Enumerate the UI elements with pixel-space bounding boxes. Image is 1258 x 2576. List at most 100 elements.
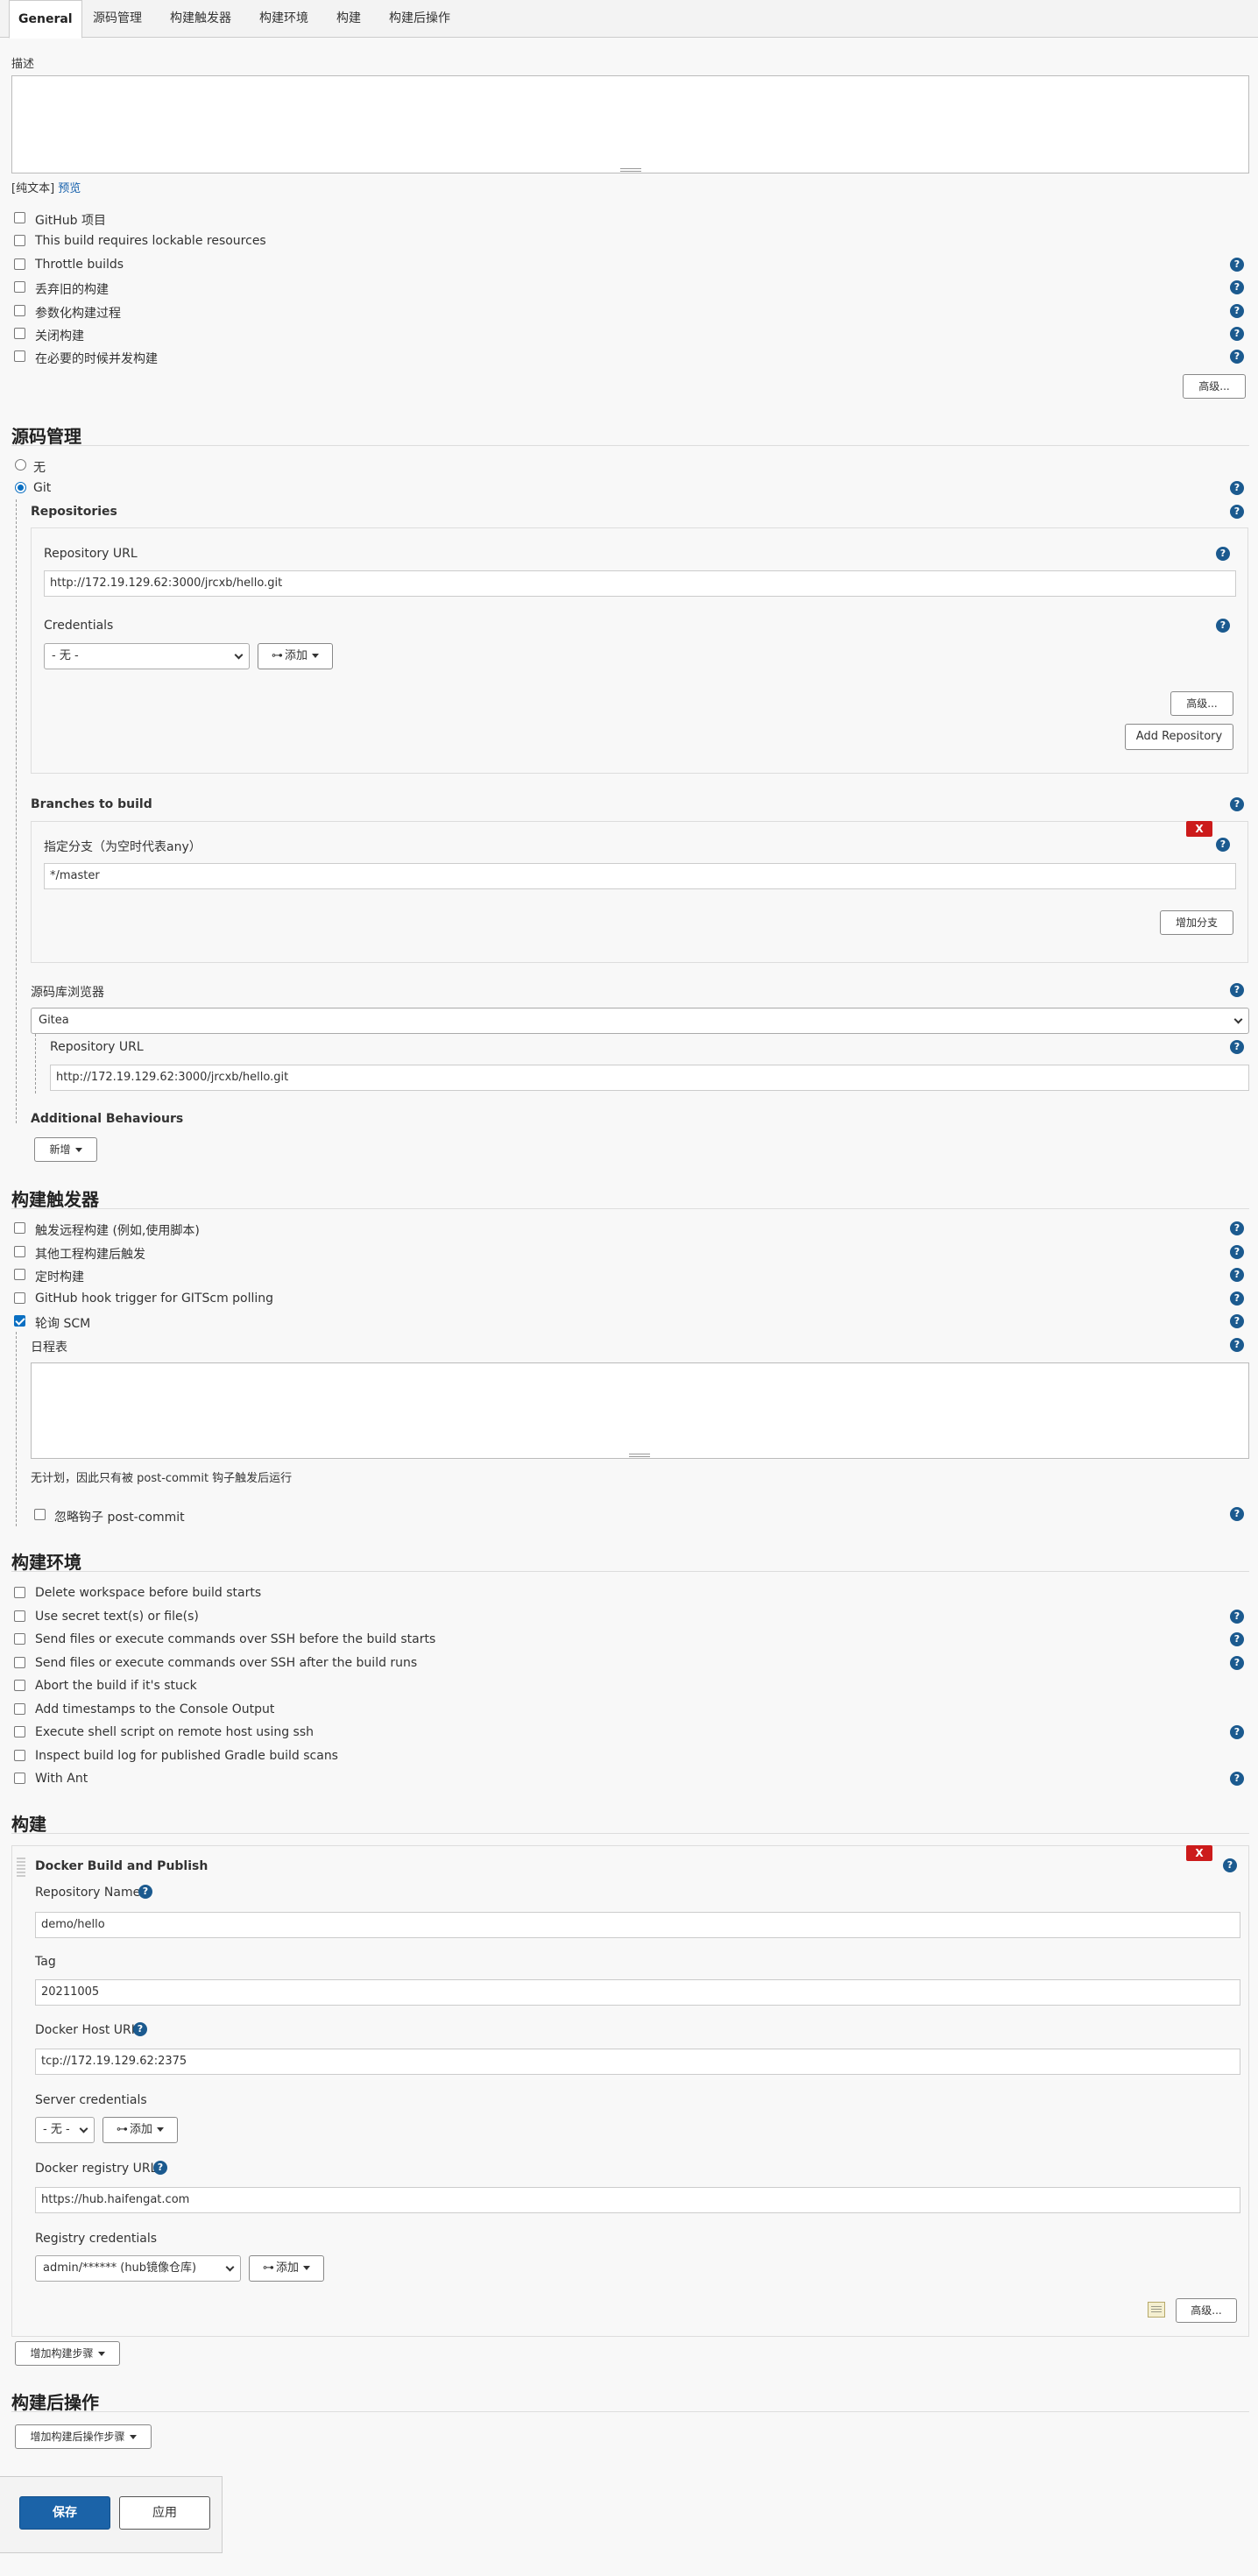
help-icon[interactable]: ?	[1230, 1632, 1244, 1646]
env-checkbox-abort-stuck[interactable]	[14, 1680, 25, 1691]
repo-name-input[interactable]: demo/hello	[35, 1912, 1240, 1938]
env-checkbox-delete-workspace[interactable]	[14, 1587, 25, 1598]
key-icon: ⊶	[262, 2261, 274, 2275]
help-icon[interactable]: ?	[133, 2022, 147, 2036]
delete-step-button[interactable]: X	[1186, 1845, 1212, 1861]
ignore-post-commit-checkbox[interactable]	[34, 1509, 46, 1520]
apply-button[interactable]: 应用	[119, 2496, 210, 2530]
help-icon[interactable]: ?	[1230, 1656, 1244, 1670]
help-icon[interactable]: ?	[1230, 1292, 1244, 1306]
env-checkbox-timestamps[interactable]	[14, 1703, 25, 1715]
general-advanced-button[interactable]: 高级...	[1183, 374, 1246, 399]
add-behaviour-button[interactable]: 新增	[34, 1137, 97, 1162]
env-checkbox-ssh-before[interactable]	[14, 1633, 25, 1645]
help-icon[interactable]: ?	[1230, 280, 1244, 294]
help-icon[interactable]: ?	[1230, 1507, 1244, 1521]
drag-handle-icon[interactable]	[17, 1858, 25, 1877]
help-icon[interactable]: ?	[1216, 619, 1230, 633]
browser-options-guide	[35, 1034, 36, 1093]
env-checkbox-remote-shell[interactable]	[14, 1726, 25, 1737]
option-checkbox-concurrent-builds[interactable]	[14, 350, 25, 362]
help-icon[interactable]: ?	[1216, 547, 1230, 561]
server-credentials-add-button[interactable]: ⊶ 添加	[102, 2117, 178, 2143]
option-checkbox-github-project[interactable]	[14, 212, 25, 223]
credentials-select[interactable]: - 无 -	[44, 643, 250, 669]
help-icon[interactable]: ?	[1216, 838, 1230, 852]
tab-post-build[interactable]: 构建后操作	[389, 9, 450, 26]
trigger-checkbox-github-hook[interactable]	[14, 1292, 25, 1304]
help-icon[interactable]: ?	[1230, 1221, 1244, 1235]
help-icon[interactable]: ?	[1230, 1338, 1244, 1352]
help-icon[interactable]: ?	[1230, 1040, 1244, 1054]
repo-url-input[interactable]: http://172.19.129.62:3000/jrcxb/hello.gi…	[44, 570, 1236, 597]
help-icon[interactable]: ?	[1230, 983, 1244, 997]
help-icon[interactable]: ?	[1230, 797, 1244, 811]
textarea-resize-grip[interactable]	[629, 1454, 650, 1457]
help-icon[interactable]: ?	[1230, 327, 1244, 341]
registry-credentials-add-button[interactable]: ⊶ 添加	[249, 2255, 324, 2282]
tag-input[interactable]: 20211005	[35, 1979, 1240, 2006]
registry-credentials-select[interactable]: admin/****** (hub镜像仓库)	[35, 2255, 241, 2282]
server-credentials-select[interactable]: - 无 -	[35, 2117, 95, 2143]
delete-branch-button[interactable]: X	[1186, 821, 1212, 837]
credentials-add-button[interactable]: ⊶ 添加	[258, 643, 333, 669]
browser-repo-url-input[interactable]: http://172.19.129.62:3000/jrcxb/hello.gi…	[50, 1065, 1249, 1091]
env-checkbox-gradle-scans[interactable]	[14, 1750, 25, 1761]
registry-url-input[interactable]: https://hub.haifengat.com	[35, 2187, 1240, 2213]
help-icon[interactable]: ?	[1230, 1245, 1244, 1259]
help-icon[interactable]: ?	[1230, 1268, 1244, 1282]
schedule-textarea[interactable]	[31, 1362, 1249, 1459]
option-checkbox-lockable-resources[interactable]	[14, 235, 25, 246]
env-checkbox-with-ant[interactable]	[14, 1773, 25, 1784]
help-icon[interactable]: ?	[1230, 350, 1244, 364]
tab-build[interactable]: 构建	[336, 9, 361, 26]
preview-link[interactable]: 预览	[58, 182, 81, 195]
tag-label: Tag	[35, 1955, 56, 1969]
repo-advanced-button[interactable]: 高级...	[1170, 691, 1233, 716]
branch-spec-input[interactable]: */master	[44, 863, 1236, 889]
help-icon[interactable]: ?	[1230, 1610, 1244, 1624]
build-advanced-button[interactable]: 高级...	[1176, 2298, 1237, 2323]
option-checkbox-discard-old-builds[interactable]	[14, 281, 25, 293]
scm-radio-git[interactable]	[15, 482, 26, 493]
notepad-icon[interactable]	[1148, 2302, 1165, 2318]
help-icon[interactable]: ?	[153, 2161, 167, 2175]
docker-host-label: Docker Host URI	[35, 2023, 135, 2037]
trigger-checkbox-upstream[interactable]	[14, 1246, 25, 1257]
tab-triggers[interactable]: 构建触发器	[170, 9, 231, 26]
tab-general[interactable]: General	[9, 0, 82, 39]
option-checkbox-parameterized[interactable]	[14, 305, 25, 316]
save-button[interactable]: 保存	[19, 2496, 110, 2530]
trigger-checkbox-timer[interactable]	[14, 1269, 25, 1280]
trigger-checkbox-remote[interactable]	[14, 1222, 25, 1234]
description-textarea[interactable]	[11, 75, 1249, 173]
credentials-add-label: 添加	[284, 649, 307, 662]
trigger-label-upstream: 其他工程构建后触发	[35, 1248, 145, 1262]
textarea-resize-grip[interactable]	[620, 168, 641, 172]
env-checkbox-secret-text[interactable]	[14, 1610, 25, 1622]
option-checkbox-disable-build[interactable]	[14, 328, 25, 339]
help-icon[interactable]: ?	[1230, 1772, 1244, 1786]
add-branch-button[interactable]: 增加分支	[1160, 910, 1233, 935]
docker-host-input[interactable]: tcp://172.19.129.62:2375	[35, 2049, 1240, 2075]
help-icon[interactable]: ?	[1230, 304, 1244, 318]
ignore-post-commit-label: 忽略钩子 post-commit	[54, 1511, 185, 1525]
help-icon[interactable]: ?	[1230, 1725, 1244, 1739]
help-icon[interactable]: ?	[138, 1885, 152, 1899]
help-icon[interactable]: ?	[1230, 481, 1244, 495]
trigger-checkbox-poll-scm[interactable]	[14, 1315, 25, 1327]
env-label-ssh-before: Send files or execute commands over SSH …	[35, 1632, 436, 1646]
help-icon[interactable]: ?	[1223, 1858, 1237, 1872]
help-icon[interactable]: ?	[1230, 505, 1244, 519]
add-post-build-step-button[interactable]: 增加构建后操作步骤	[15, 2424, 152, 2449]
help-icon[interactable]: ?	[1230, 258, 1244, 272]
tab-scm[interactable]: 源码管理	[93, 9, 142, 26]
option-checkbox-throttle-builds[interactable]	[14, 258, 25, 270]
tab-environment[interactable]: 构建环境	[259, 9, 308, 26]
browser-select[interactable]: Gitea	[31, 1008, 1249, 1034]
env-checkbox-ssh-after[interactable]	[14, 1657, 25, 1668]
scm-radio-none[interactable]	[15, 459, 26, 471]
help-icon[interactable]: ?	[1230, 1314, 1244, 1328]
add-repository-button[interactable]: Add Repository	[1125, 724, 1233, 750]
add-build-step-button[interactable]: 增加构建步骤	[15, 2341, 120, 2366]
